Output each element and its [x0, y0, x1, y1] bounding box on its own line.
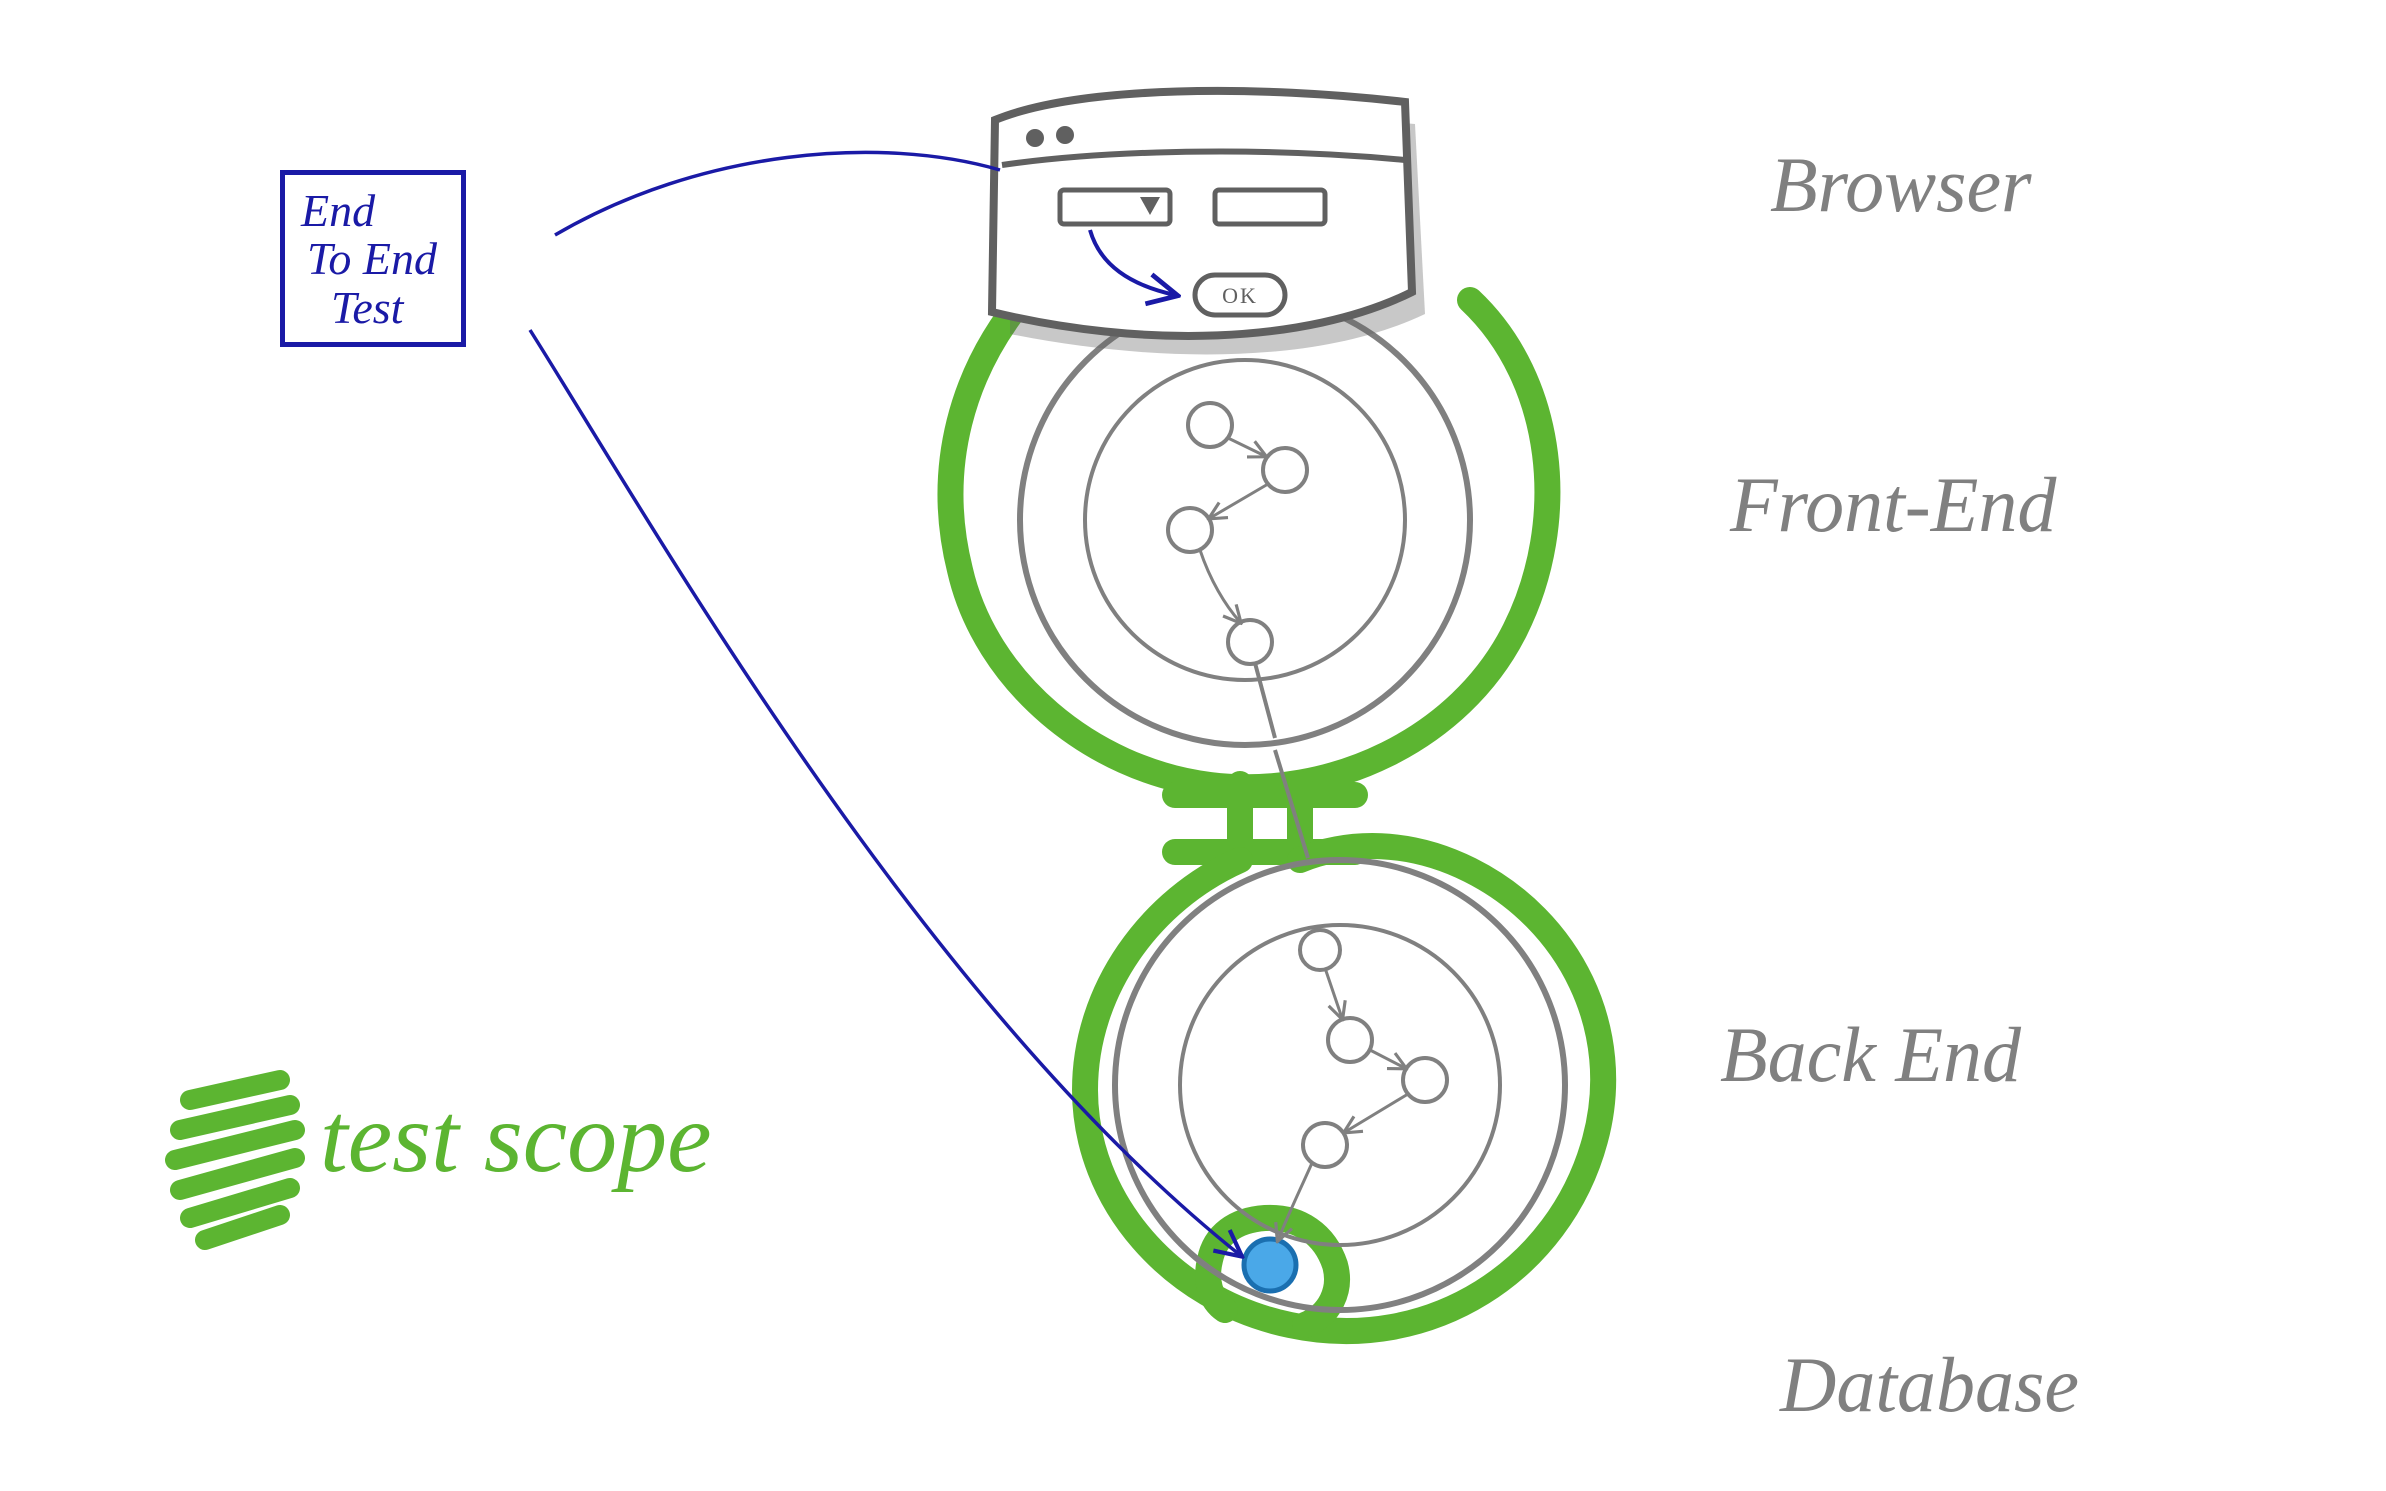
- e2e-line-2: To End: [301, 235, 437, 283]
- end-to-end-test-box: End To End Test: [280, 170, 466, 347]
- module-connector: [1255, 663, 1308, 858]
- layer-label-database: Database: [1780, 1340, 2079, 1430]
- e2e-line-3: Test: [301, 284, 437, 332]
- legend: test scope: [320, 1080, 712, 1195]
- legend-label: test scope: [320, 1080, 712, 1195]
- browser-window-icon: OK: [992, 91, 1425, 355]
- database-node-icon: [1244, 1239, 1296, 1291]
- browser-ok-label: OK: [1222, 283, 1258, 308]
- frontend-module: [1020, 295, 1470, 745]
- e2e-line-1: End: [301, 187, 437, 235]
- backend-module: [1115, 860, 1565, 1310]
- layer-label-backend: Back End: [1720, 1010, 2021, 1100]
- layer-label-browser: Browser: [1770, 140, 2031, 230]
- layer-label-frontend: Front-End: [1730, 460, 2056, 550]
- test-scope-outline: [951, 290, 1604, 1331]
- test-scope-swatch-icon: [175, 1080, 295, 1240]
